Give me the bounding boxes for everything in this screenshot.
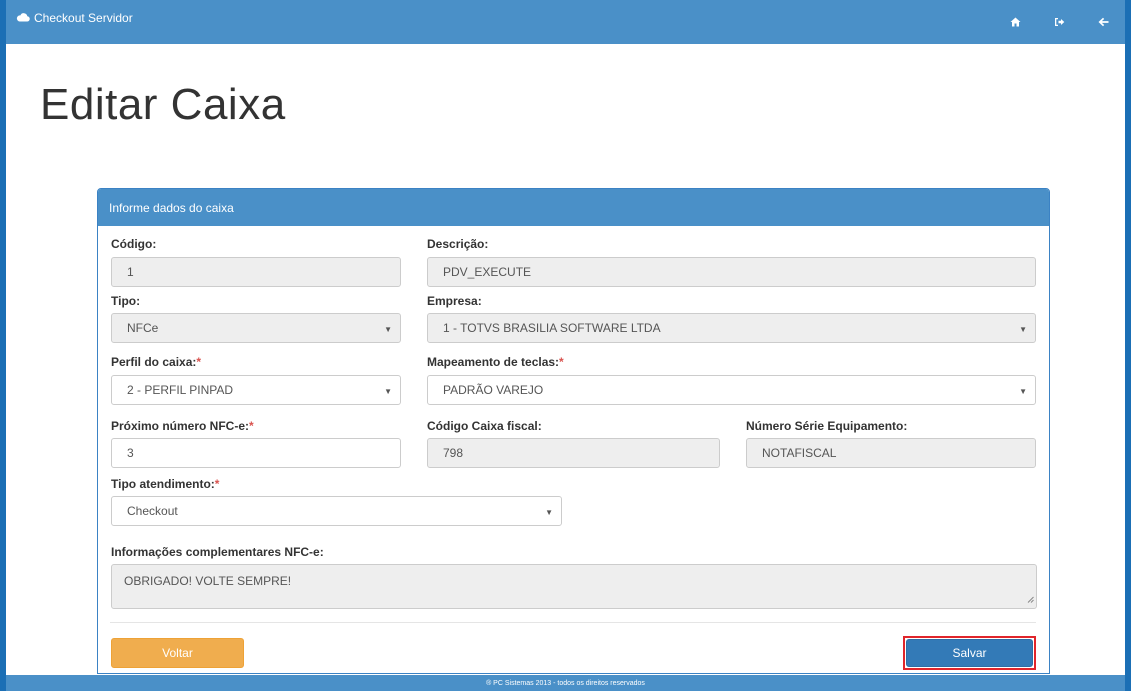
home-icon[interactable]: [993, 0, 1037, 44]
descricao-label: Descrição:: [427, 237, 489, 251]
info-complementares-textarea[interactable]: OBRIGADO! VOLTE SEMPRE!: [111, 564, 1037, 609]
window-frame-right: [1125, 0, 1131, 691]
numero-serie-field[interactable]: NOTAFISCAL: [746, 438, 1036, 468]
sign-out-icon[interactable]: [1037, 0, 1081, 44]
form-divider: [110, 622, 1036, 623]
empresa-select[interactable]: 1 - TOTVS BRASILIA SOFTWARE LTDA ▼: [427, 313, 1036, 343]
descricao-field[interactable]: PDV_EXECUTE: [427, 257, 1036, 287]
save-button[interactable]: Salvar: [906, 639, 1033, 667]
mapeamento-select[interactable]: PADRÃO VAREJO ▼: [427, 375, 1036, 405]
brand-title: Checkout Servidor: [34, 11, 133, 25]
mapeamento-label: Mapeamento de teclas:*: [427, 355, 564, 369]
tipo-atendimento-label: Tipo atendimento:*: [111, 477, 220, 491]
resize-grip-icon[interactable]: [1027, 592, 1034, 606]
panel-heading: Informe dados do caixa: [98, 189, 1049, 226]
caixa-form-panel: Informe dados do caixa Código: 1 Descriç…: [97, 188, 1050, 674]
codigo-field[interactable]: 1: [111, 257, 401, 287]
footer: ® PC Sistemas 2013 - todos os direitos r…: [0, 675, 1131, 691]
info-complementares-label: Informações complementares NFC-e:: [111, 545, 324, 559]
back-button[interactable]: Voltar: [111, 638, 244, 668]
top-navbar: Checkout Servidor: [0, 0, 1131, 44]
chevron-down-icon: ▼: [384, 387, 392, 396]
cloud-icon: [16, 11, 34, 25]
page-title: Editar Caixa: [40, 80, 286, 129]
chevron-down-icon: ▼: [384, 325, 392, 334]
empresa-label: Empresa:: [427, 294, 482, 308]
codigo-fiscal-field[interactable]: 798: [427, 438, 720, 468]
back-arrow-icon[interactable]: [1081, 0, 1125, 44]
codigo-fiscal-label: Código Caixa fiscal:: [427, 419, 542, 433]
chevron-down-icon: ▼: [545, 508, 553, 517]
chevron-down-icon: ▼: [1019, 325, 1027, 334]
tipo-label: Tipo:: [111, 294, 141, 308]
chevron-down-icon: ▼: [1019, 387, 1027, 396]
proximo-nfce-input[interactable]: 3: [111, 438, 401, 468]
perfil-select[interactable]: 2 - PERFIL PINPAD ▼: [111, 375, 401, 405]
codigo-label: Código:: [111, 237, 157, 251]
window-frame-left: [0, 0, 6, 691]
footer-text: ® PC Sistemas 2013 - todos os direitos r…: [486, 679, 645, 687]
tipo-atendimento-select[interactable]: Checkout ▼: [111, 496, 562, 526]
brand-link[interactable]: Checkout Servidor: [16, 11, 133, 25]
proximo-nfce-label: Próximo número NFC-e:*: [111, 419, 254, 433]
numero-serie-label: Número Série Equipamento:: [746, 419, 908, 433]
perfil-label: Perfil do caixa:*: [111, 355, 202, 369]
tipo-select[interactable]: NFCe ▼: [111, 313, 401, 343]
